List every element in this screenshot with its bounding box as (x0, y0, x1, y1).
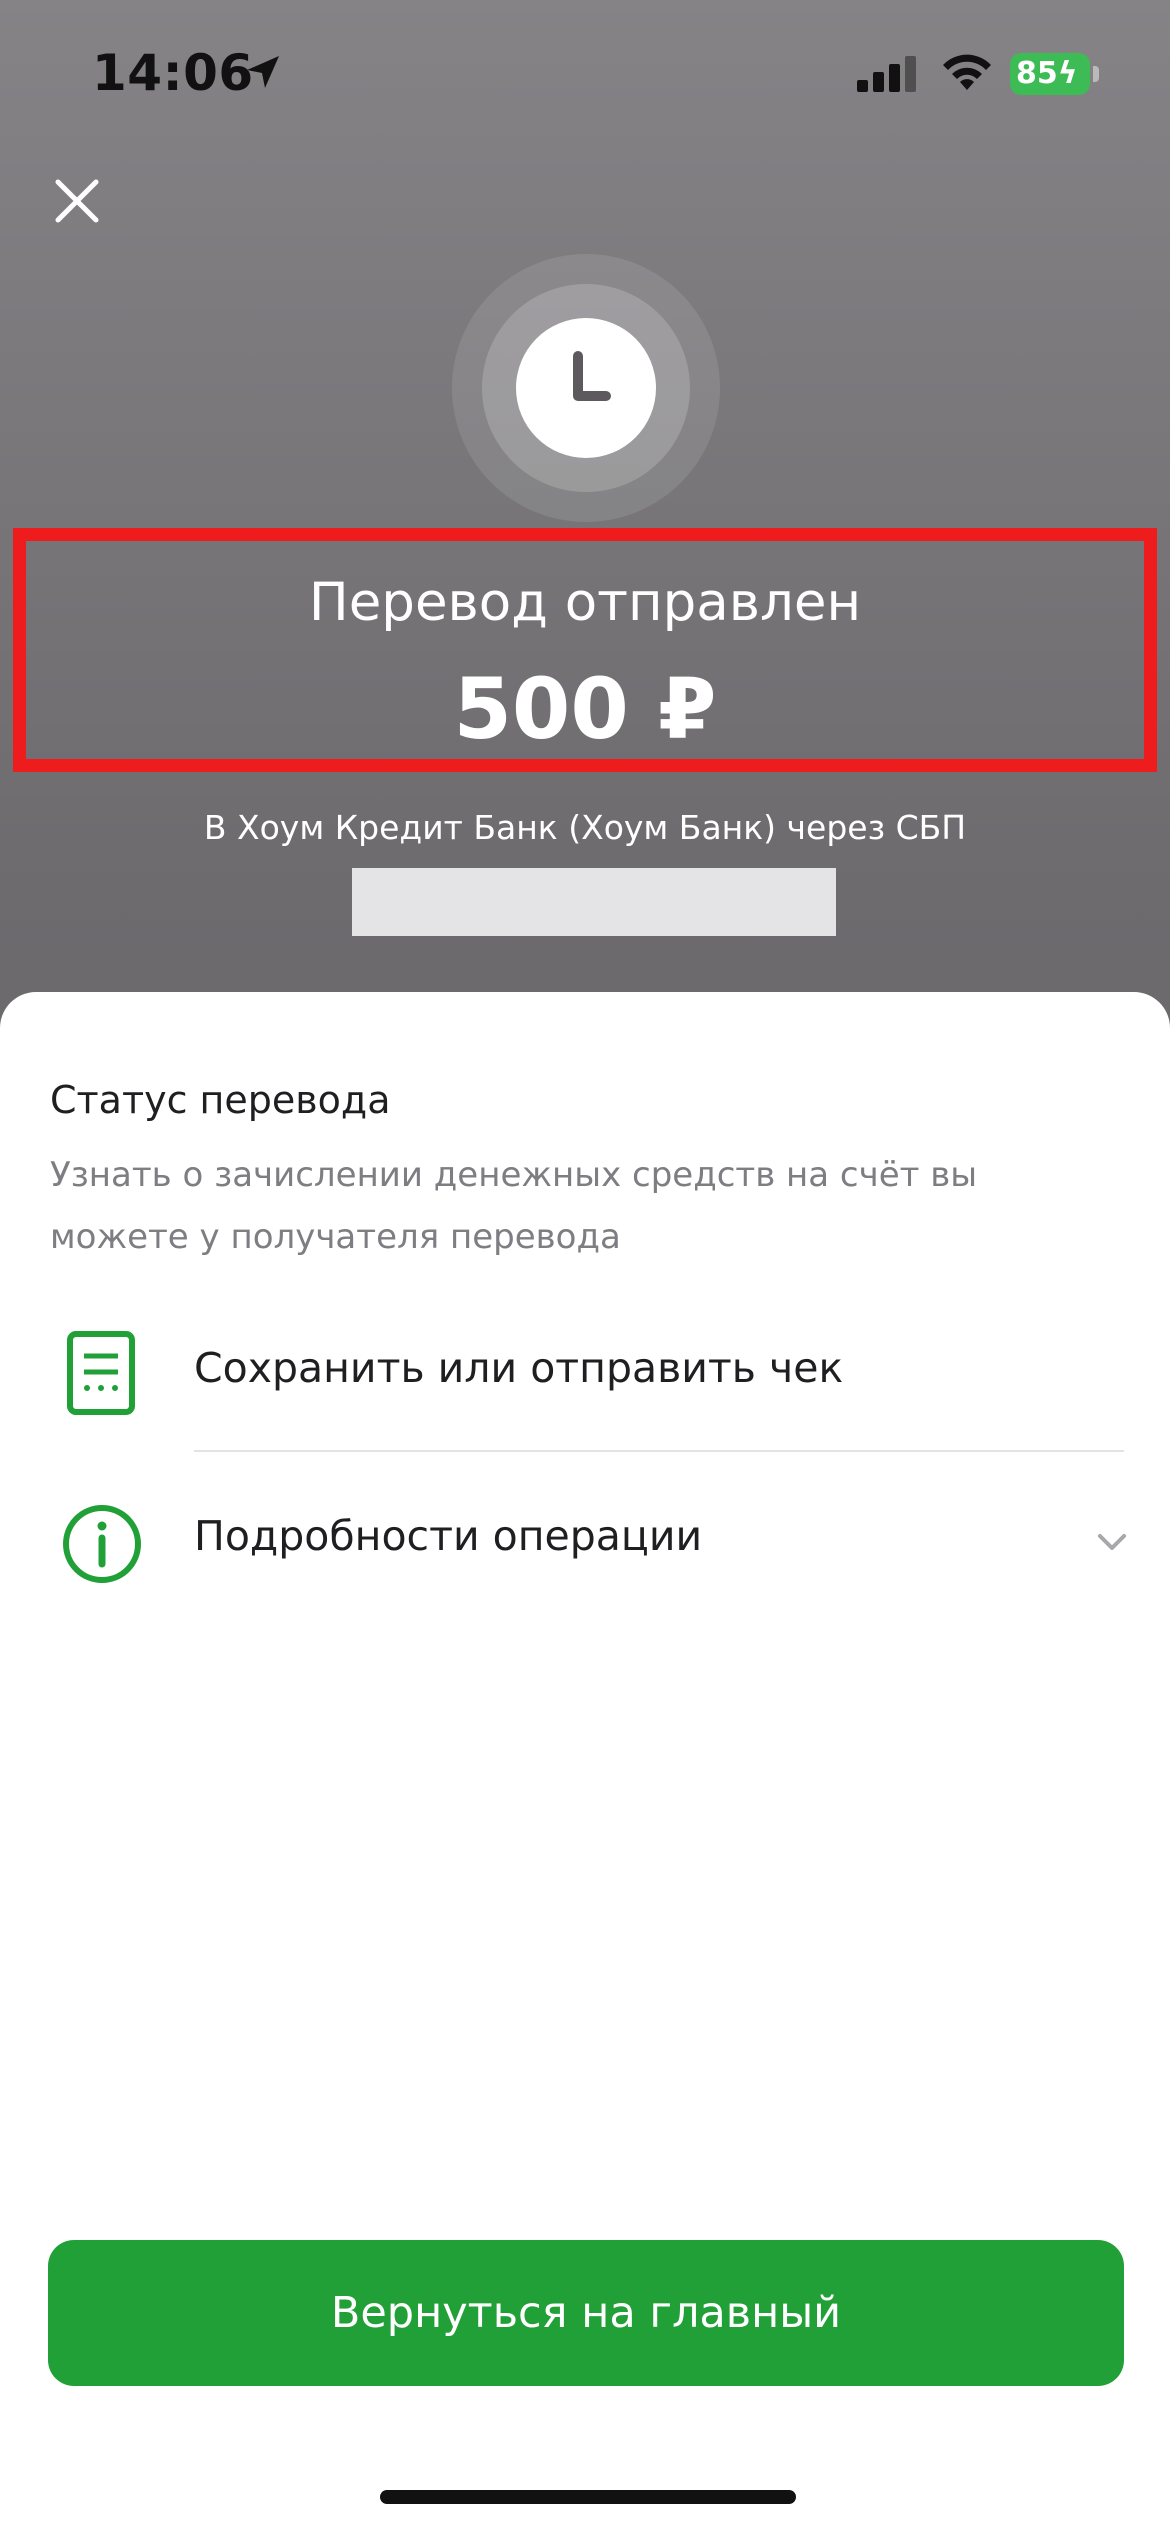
info-icon (63, 1505, 141, 1583)
transfer-title: Перевод отправлен (308, 572, 862, 633)
operation-details-item[interactable]: Подробности операции (0, 1468, 1170, 1618)
status-time: 14:06 (92, 44, 254, 102)
status-bar: 14:06 85ϟ (0, 0, 1170, 150)
status-section-description: Узнать о зачислении денежных средств на … (50, 1155, 978, 1257)
transfer-subtitle: В Хоум Кредит Банк (Хоум Банк) через СБП (203, 808, 967, 847)
save-or-send-receipt-item[interactable]: Сохранить или отправить чек (0, 1300, 1170, 1450)
close-icon[interactable] (52, 176, 102, 226)
location-arrow-icon (247, 56, 279, 88)
status-section-title: Статус перевода (50, 1078, 391, 1122)
receipt-icon (67, 1331, 135, 1415)
battery-level: 85 (1016, 56, 1058, 91)
chevron-down-icon[interactable] (1094, 1524, 1130, 1560)
return-home-button[interactable]: Вернуться на главный (48, 2240, 1124, 2386)
operation-details-label: Подробности операции (194, 1512, 703, 1560)
pending-clock-illustration (452, 254, 720, 522)
redacted-recipient (352, 868, 836, 936)
cellular-signal-icon (857, 56, 916, 92)
transfer-status-screen: 14:06 85ϟ Перевод отправлен 500 ₽ В Хоум… (0, 0, 1170, 2532)
list-divider (194, 1450, 1124, 1452)
wifi-icon (943, 54, 991, 90)
transfer-amount: 500 ₽ (453, 660, 717, 758)
home-indicator (380, 2490, 796, 2504)
bottom-sheet: Статус перевода Узнать о зачислении дене… (0, 992, 1170, 2532)
battery-cap (1093, 66, 1099, 82)
clock-icon (573, 351, 611, 401)
save-or-send-receipt-label: Сохранить или отправить чек (194, 1344, 844, 1392)
battery-charging-icon: 85ϟ (1010, 53, 1090, 95)
